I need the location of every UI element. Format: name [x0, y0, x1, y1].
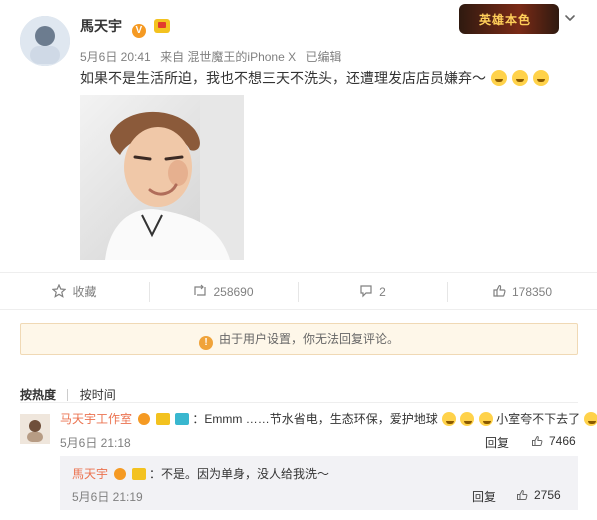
- reply-body: ：不是。因为单身，没人给我洗～: [149, 467, 330, 481]
- notice-text: 由于用户设置，你无法回复评论。: [218, 332, 399, 346]
- avatar-image: [20, 16, 70, 66]
- laugh-cry-emoji-icon: [442, 412, 457, 426]
- reply-restriction-notice: ! 由于用户设置，你无法回复评论。: [20, 323, 578, 355]
- camera-icon: [175, 413, 190, 425]
- member-crown-icon: [153, 19, 170, 33]
- repost-icon: [194, 284, 207, 296]
- comment-count: 2: [379, 285, 386, 299]
- laugh-cry-emoji-icon: [490, 70, 507, 86]
- comment-like-button[interactable]: 7466: [531, 434, 576, 448]
- post-meta: 5月6日 20:41 来自 混世魔王的iPhone X 已编辑: [80, 48, 341, 65]
- thumbs-up-icon: [493, 285, 506, 297]
- reply-author-link[interactable]: 馬天宇: [72, 467, 108, 481]
- like-button[interactable]: 178350: [447, 273, 597, 311]
- reply-thread: 馬天宇 ：不是。因为单身，没人给我洗～ 5月6日 21:19 回复 2756: [60, 456, 578, 510]
- comment-icon: [360, 285, 372, 298]
- sort-underline: [20, 402, 578, 403]
- favorite-label: 收藏: [72, 285, 97, 299]
- comment-author-link[interactable]: 马天宇工作室: [60, 412, 132, 426]
- thinking-emoji-icon: [532, 70, 549, 86]
- reply-time: 5月6日 21:19: [72, 490, 143, 504]
- post-photo[interactable]: [80, 95, 244, 260]
- comment-button[interactable]: 2: [298, 273, 447, 311]
- photo-image: [80, 95, 244, 260]
- comment-avatar-image: [20, 414, 50, 444]
- member-crown-icon: [155, 413, 170, 425]
- post-source[interactable]: 来自 混世魔王的iPhone X: [160, 50, 296, 64]
- author-name[interactable]: 馬天宇 V: [80, 16, 170, 38]
- repost-count: 258690: [213, 285, 254, 299]
- sort-by-hot-tab[interactable]: 按热度: [20, 388, 56, 402]
- reply-button[interactable]: 回复: [485, 434, 509, 451]
- reply-text: 馬天宇 ：不是。因为单身，没人给我洗～: [72, 465, 329, 482]
- comment-body: ：Emmm ……节水省电，生态环保，爱护地球: [192, 412, 438, 426]
- edited-label[interactable]: 已编辑: [305, 50, 341, 64]
- comment-avatar[interactable]: [20, 414, 50, 444]
- warning-icon: !: [198, 336, 213, 350]
- comment-text: 马天宇工作室 ：Emmm ……节水省电，生态环保，爱护地球 小室夸不下去了: [60, 410, 597, 427]
- author-avatar[interactable]: [20, 16, 70, 66]
- comment-like-count: 7466: [549, 434, 576, 448]
- member-crown-icon: [131, 468, 146, 480]
- repost-button[interactable]: 258690: [149, 273, 298, 311]
- verified-badge-icon: V: [131, 24, 146, 38]
- post-content-text: 如果不是生活所迫，我也不想三天不洗头，还遭理发店店员嫌弃～: [80, 70, 486, 86]
- reply-button[interactable]: 回复: [472, 488, 496, 505]
- sort-divider: [67, 389, 69, 401]
- post-date[interactable]: 5月6日 20:41: [80, 50, 151, 64]
- favorite-button[interactable]: 收藏: [0, 273, 149, 311]
- star-icon: [52, 284, 67, 298]
- sort-by-time-tab[interactable]: 按时间: [80, 388, 116, 402]
- comment-body-suffix: 小室夸不下去了: [496, 412, 581, 426]
- weibo-post: 馬天宇 V 英雄本色 5月6日 20:41 来自 混世魔王的iPhone X 已…: [0, 0, 597, 272]
- thumbs-up-icon: [532, 436, 543, 447]
- top-banner-text: 英雄本色: [479, 13, 532, 27]
- post-actions-bar: 收藏 258690 2 178350: [0, 272, 597, 310]
- thumbs-up-icon: [517, 490, 528, 501]
- chevron-down-icon[interactable]: [564, 12, 576, 24]
- reply-like-count: 2756: [534, 488, 561, 502]
- author-name-text[interactable]: 馬天宇: [80, 18, 122, 34]
- laugh-cry-emoji-icon: [511, 70, 528, 86]
- laugh-cry-emoji-icon: [460, 412, 475, 426]
- post-content: 如果不是生活所迫，我也不想三天不洗头，还遭理发店店员嫌弃～: [80, 68, 549, 88]
- verified-badge-icon: [114, 468, 127, 480]
- laugh-cry-emoji-icon: [478, 412, 493, 426]
- comment-time: 5月6日 21:18: [60, 436, 131, 450]
- verified-badge-icon: [138, 413, 151, 425]
- comment-sort: 按热度 按时间: [20, 386, 116, 403]
- top-banner[interactable]: 英雄本色: [459, 4, 559, 34]
- like-count: 178350: [511, 285, 553, 299]
- reply-like-button[interactable]: 2756: [516, 488, 561, 502]
- laugh-cry-emoji-icon: [584, 412, 597, 426]
